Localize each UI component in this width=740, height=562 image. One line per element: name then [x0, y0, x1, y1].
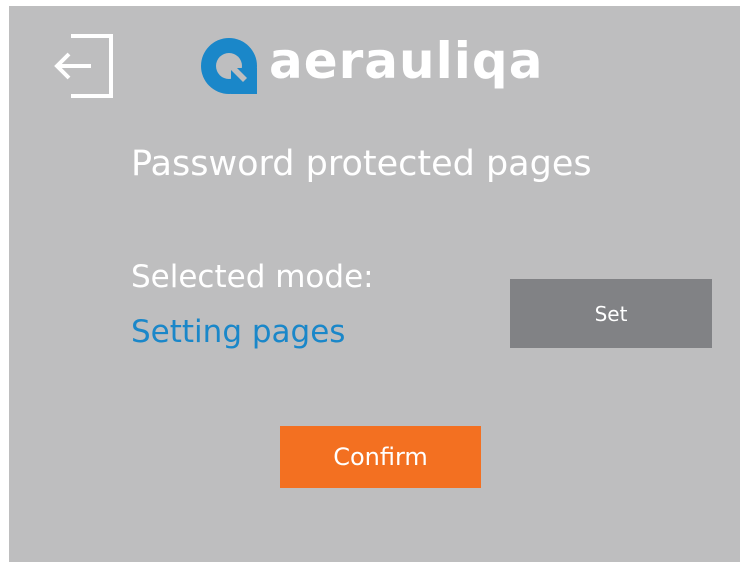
selected-mode-label: Selected mode: [131, 259, 374, 295]
set-button[interactable]: Set [510, 279, 712, 348]
logo-text: aerauliqa [269, 32, 544, 90]
confirm-button[interactable]: Confirm [280, 426, 481, 488]
brand-logo: aerauliqa [201, 32, 544, 96]
selected-mode-value[interactable]: Setting pages [131, 314, 345, 350]
logout-arrow-icon [54, 34, 113, 98]
exit-button[interactable] [53, 30, 113, 100]
screen: aerauliqa Password protected pages Selec… [9, 6, 740, 562]
page-title: Password protected pages [131, 144, 592, 184]
logo-mark-icon [201, 38, 257, 94]
